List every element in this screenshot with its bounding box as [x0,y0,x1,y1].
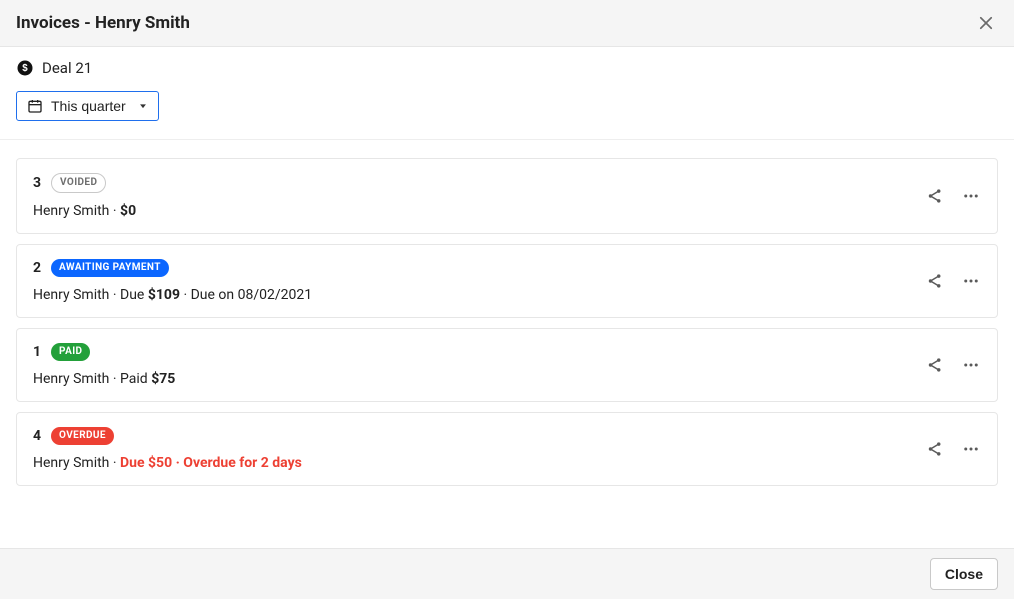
deal-row: $ Deal 21 [16,59,998,77]
card-actions [925,186,981,206]
share-icon[interactable] [925,271,945,291]
detail-prefix: Paid [120,371,151,387]
customer-name: Henry Smith [33,203,109,219]
invoice-amount: $109 [148,287,180,303]
modal-footer: Close [0,548,1014,599]
invoice-amount: $0 [120,203,136,219]
invoice-card[interactable]: 1 PAID Henry Smith · Paid $75 [16,328,998,402]
currency-icon: $ [16,59,34,77]
invoice-card[interactable]: 2 AWAITING PAYMENT Henry Smith · Due $10… [16,244,998,318]
share-icon[interactable] [925,186,945,206]
detail-prefix: Due [120,287,148,303]
invoice-amount: $75 [151,371,175,387]
calendar-icon [27,98,43,114]
card-actions [925,355,981,375]
period-selector[interactable]: This quarter [16,91,159,121]
invoice-card[interactable]: 3 VOIDED Henry Smith · $0 [16,158,998,234]
modal-header: Invoices - Henry Smith [0,0,1014,47]
share-icon[interactable] [925,439,945,459]
invoice-list: 3 VOIDED Henry Smith · $0 [0,140,1014,548]
chevron-down-icon [138,101,148,111]
status-badge: VOIDED [51,173,106,193]
close-icon[interactable] [974,11,998,35]
status-badge: AWAITING PAYMENT [51,259,169,277]
invoice-number: 1 [33,344,41,360]
modal-subheader: $ Deal 21 This quarter [0,47,1014,140]
more-icon[interactable] [961,271,981,291]
customer-name: Henry Smith [33,287,109,303]
invoice-subline: Henry Smith · Due $109 · Due on 08/02/20… [33,287,312,303]
invoice-subline: Henry Smith · Paid $75 [33,371,175,387]
invoice-amount: Due $50 [120,455,172,471]
customer-name: Henry Smith [33,455,109,471]
close-button[interactable]: Close [930,558,998,590]
svg-text:$: $ [22,63,28,74]
deal-label: Deal 21 [42,59,92,77]
invoice-subline: Henry Smith · $0 [33,203,136,219]
invoice-number: 4 [33,428,41,444]
period-label: This quarter [51,98,126,114]
invoice-subline: Henry Smith · Due $50 · Overdue for 2 da… [33,455,302,471]
customer-name: Henry Smith [33,371,109,387]
detail-suffix: · Overdue for 2 days [172,455,302,471]
modal-title: Invoices - Henry Smith [16,13,190,33]
status-badge: OVERDUE [51,427,114,445]
invoice-number: 2 [33,260,41,276]
invoices-modal: Invoices - Henry Smith $ Deal 21 [0,0,1014,599]
more-icon[interactable] [961,439,981,459]
invoice-number: 3 [33,175,41,191]
more-icon[interactable] [961,355,981,375]
share-icon[interactable] [925,355,945,375]
status-badge: PAID [51,343,90,361]
detail-suffix: · Due on 08/02/2021 [180,287,312,303]
card-actions [925,439,981,459]
more-icon[interactable] [961,186,981,206]
invoice-card[interactable]: 4 OVERDUE Henry Smith · Due $50 · Overdu… [16,412,998,486]
card-actions [925,271,981,291]
